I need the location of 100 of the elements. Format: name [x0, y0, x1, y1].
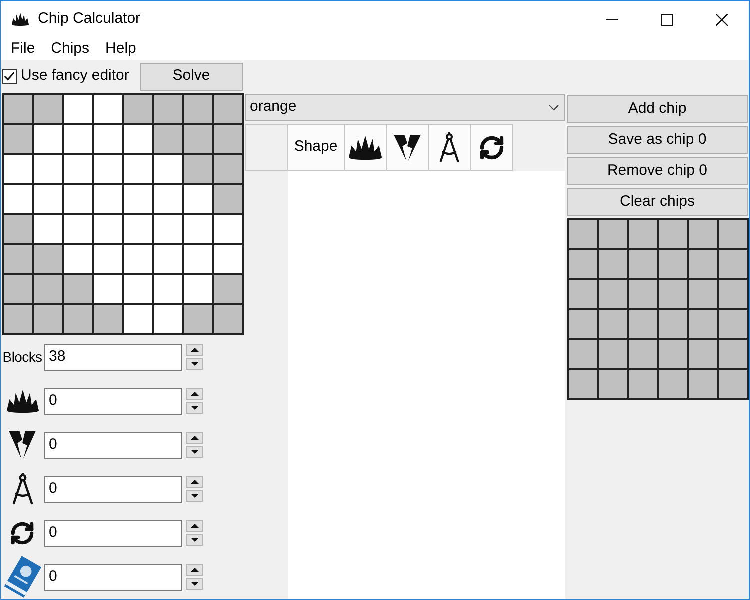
chip-action-button[interactable]: Save as chip 0	[567, 126, 748, 154]
grid-cell[interactable]	[689, 310, 717, 338]
grid-cell[interactable]	[34, 185, 62, 213]
grid-cell[interactable]	[599, 280, 627, 308]
grid-cell[interactable]	[94, 305, 122, 333]
grid-cell[interactable]	[629, 250, 657, 278]
grid-cell[interactable]	[94, 245, 122, 273]
chip-action-button[interactable]: Add chip	[567, 95, 748, 123]
grid-cell[interactable]	[689, 220, 717, 248]
grid-cell[interactable]	[689, 340, 717, 368]
grid-cell[interactable]	[629, 310, 657, 338]
grid-cell[interactable]	[34, 95, 62, 123]
spin-up-button[interactable]	[186, 476, 203, 488]
checkbox[interactable]	[2, 69, 17, 84]
grid-cell[interactable]	[689, 280, 717, 308]
grid-cell[interactable]	[64, 215, 92, 243]
grid-cell[interactable]	[184, 125, 212, 153]
column-header[interactable]	[387, 124, 429, 171]
grid-cell[interactable]	[94, 125, 122, 153]
grid-cell[interactable]	[4, 185, 32, 213]
spin-down-button[interactable]	[186, 402, 203, 414]
grid-cell[interactable]	[569, 340, 597, 368]
spin-down-button[interactable]	[186, 578, 203, 590]
grid-cell[interactable]	[214, 215, 242, 243]
grid-cell[interactable]	[154, 245, 182, 273]
spin-up-button[interactable]	[186, 564, 203, 576]
column-header[interactable]	[345, 124, 387, 171]
menu-item[interactable]: Chips	[43, 39, 98, 59]
spin-down-button[interactable]	[186, 446, 203, 458]
grid-cell[interactable]	[689, 370, 717, 398]
spin-down-button[interactable]	[186, 534, 203, 546]
grid-cell[interactable]	[94, 185, 122, 213]
grid-cell[interactable]	[94, 95, 122, 123]
grid-cell[interactable]	[569, 220, 597, 248]
grid-cell[interactable]	[4, 245, 32, 273]
grid-cell[interactable]	[659, 340, 687, 368]
grid-cell[interactable]	[659, 250, 687, 278]
grid-cell[interactable]	[124, 155, 152, 183]
color-dropdown[interactable]: orange	[245, 94, 565, 121]
grid-cell[interactable]	[154, 215, 182, 243]
grid-cell[interactable]	[569, 310, 597, 338]
grid-cell[interactable]	[124, 305, 152, 333]
grid-cell[interactable]	[599, 370, 627, 398]
spin-up-button[interactable]	[186, 388, 203, 400]
grid-cell[interactable]	[719, 340, 747, 368]
grid-cell[interactable]	[34, 215, 62, 243]
grid-cell[interactable]	[659, 220, 687, 248]
grid-cell[interactable]	[124, 275, 152, 303]
grid-cell[interactable]	[94, 215, 122, 243]
grid-cell[interactable]	[184, 95, 212, 123]
number-field[interactable]: 38	[44, 344, 182, 370]
grid-cell[interactable]	[154, 125, 182, 153]
grid-cell[interactable]	[4, 275, 32, 303]
number-field[interactable]: 0	[44, 388, 182, 414]
grid-cell[interactable]	[34, 245, 62, 273]
menu-item[interactable]: Help	[98, 39, 144, 59]
grid-cell[interactable]	[64, 95, 92, 123]
grid-cell[interactable]	[4, 305, 32, 333]
grid-cell[interactable]	[569, 280, 597, 308]
grid-cell[interactable]	[184, 215, 212, 243]
grid-cell[interactable]	[659, 370, 687, 398]
spin-down-button[interactable]	[186, 358, 203, 370]
grid-cell[interactable]	[184, 305, 212, 333]
grid-cell[interactable]	[214, 275, 242, 303]
spin-down-button[interactable]	[186, 490, 203, 502]
grid-cell[interactable]	[34, 125, 62, 153]
grid-cell[interactable]	[124, 185, 152, 213]
grid-cell[interactable]	[184, 185, 212, 213]
grid-cell[interactable]	[34, 155, 62, 183]
grid-cell[interactable]	[659, 280, 687, 308]
grid-cell[interactable]	[569, 250, 597, 278]
grid-cell[interactable]	[214, 125, 242, 153]
grid-cell[interactable]	[719, 220, 747, 248]
solve-button[interactable]: Solve	[140, 62, 243, 90]
grid-cell[interactable]	[154, 155, 182, 183]
column-header[interactable]	[429, 124, 471, 171]
grid-cell[interactable]	[629, 340, 657, 368]
grid-cell[interactable]	[94, 275, 122, 303]
grid-cell[interactable]	[4, 155, 32, 183]
grid-cell[interactable]	[719, 280, 747, 308]
grid-cell[interactable]	[214, 305, 242, 333]
grid-cell[interactable]	[154, 305, 182, 333]
grid-cell[interactable]	[154, 95, 182, 123]
grid-cell[interactable]	[214, 95, 242, 123]
grid-cell[interactable]	[124, 215, 152, 243]
grid-cell[interactable]	[629, 220, 657, 248]
grid-cell[interactable]	[599, 220, 627, 248]
grid-cell[interactable]	[599, 250, 627, 278]
grid-cell[interactable]	[184, 155, 212, 183]
grid-cell[interactable]	[124, 95, 152, 123]
grid-cell[interactable]	[34, 275, 62, 303]
number-field[interactable]: 0	[44, 520, 182, 546]
number-field[interactable]: 0	[44, 564, 182, 590]
column-header[interactable]: Shape	[288, 124, 345, 171]
grid-cell[interactable]	[184, 245, 212, 273]
spin-up-button[interactable]	[186, 344, 203, 356]
grid-cell[interactable]	[719, 370, 747, 398]
grid-cell[interactable]	[599, 310, 627, 338]
grid-cell[interactable]	[4, 215, 32, 243]
grid-cell[interactable]	[659, 310, 687, 338]
